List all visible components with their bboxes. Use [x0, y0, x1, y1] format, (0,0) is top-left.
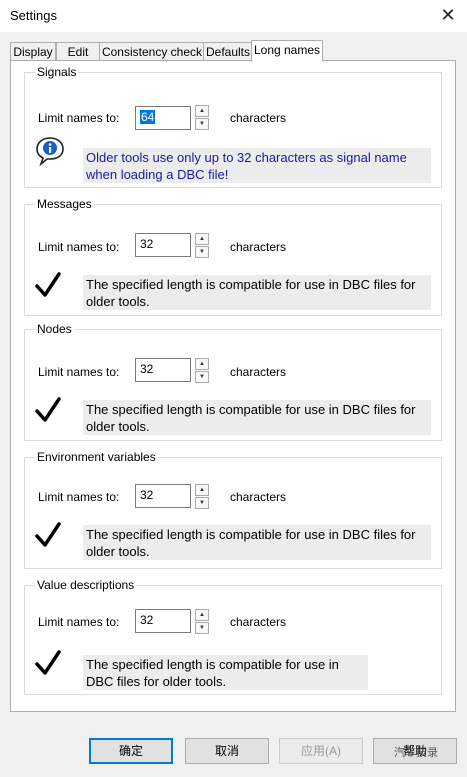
signals-limit-input[interactable]: 64: [135, 106, 191, 130]
close-icon[interactable]: ✕: [437, 4, 459, 26]
apply-button[interactable]: 应用(A): [279, 738, 363, 764]
group-nodes: Nodes Limit names to: 32 ▲ ▼ characters …: [24, 321, 442, 441]
compatibility-message: The specified length is compatible for u…: [83, 525, 431, 560]
nodes-spinner[interactable]: ▲ ▼: [195, 358, 209, 384]
cancel-button[interactable]: 取消: [185, 738, 269, 764]
group-messages: Messages Limit names to: 32 ▲ ▼ characte…: [24, 196, 442, 316]
limit-label: Limit names to:: [38, 490, 120, 504]
title-bar: Settings ✕: [0, 0, 467, 32]
tab-long-names[interactable]: Long names: [251, 40, 323, 62]
compatibility-message: The specified length is compatible for u…: [83, 655, 368, 690]
tab-defaults[interactable]: Defaults: [203, 42, 253, 61]
checkmark-icon: [35, 397, 61, 422]
limit-label: Limit names to:: [38, 240, 120, 254]
nodes-limit-input[interactable]: 32: [135, 358, 191, 382]
characters-label: characters: [230, 111, 287, 125]
input-value: 64: [140, 110, 156, 124]
group-title: Messages: [35, 196, 94, 212]
limit-label: Limit names to:: [38, 615, 120, 629]
value-desc-limit-input[interactable]: 32: [135, 609, 191, 633]
messages-spinner[interactable]: ▲ ▼: [195, 233, 209, 259]
info-icon: [36, 137, 64, 166]
env-vars-limit-input[interactable]: 32: [135, 484, 191, 508]
characters-label: characters: [230, 490, 287, 504]
limit-label: Limit names to:: [38, 365, 120, 379]
spin-up-icon[interactable]: ▲: [195, 484, 209, 496]
spin-down-icon[interactable]: ▼: [195, 118, 209, 130]
window-title: Settings: [10, 8, 57, 23]
group-title: Environment variables: [35, 449, 158, 465]
checkmark-icon: [35, 272, 61, 297]
spin-up-icon[interactable]: ▲: [195, 609, 209, 621]
checkmark-icon: [35, 650, 61, 675]
long-names-panel: Signals Limit names to: 64 ▲ ▼ character…: [10, 60, 456, 712]
group-title: Signals: [35, 64, 79, 80]
group-title: Value descriptions: [35, 577, 137, 593]
characters-label: characters: [230, 615, 287, 629]
characters-label: characters: [230, 365, 287, 379]
compatibility-message: The specified length is compatible for u…: [83, 400, 431, 435]
limit-label: Limit names to:: [38, 111, 120, 125]
spin-up-icon[interactable]: ▲: [195, 105, 209, 117]
spin-down-icon[interactable]: ▼: [195, 371, 209, 383]
env-vars-spinner[interactable]: ▲ ▼: [195, 484, 209, 510]
tab-consistency-check[interactable]: Consistency check: [99, 42, 205, 61]
spin-up-icon[interactable]: ▲: [195, 233, 209, 245]
checkmark-icon: [35, 522, 61, 547]
watermark: 汽车技录: [394, 747, 438, 759]
characters-label: characters: [230, 240, 287, 254]
value-desc-spinner[interactable]: ▲ ▼: [195, 609, 209, 635]
ok-button[interactable]: 确定: [89, 738, 173, 764]
spin-down-icon[interactable]: ▼: [195, 497, 209, 509]
group-value-descriptions: Value descriptions Limit names to: 32 ▲ …: [24, 577, 442, 695]
tab-display[interactable]: Display: [10, 42, 56, 61]
messages-limit-input[interactable]: 32: [135, 233, 191, 257]
spin-down-icon[interactable]: ▼: [195, 246, 209, 258]
compatibility-message: The specified length is compatible for u…: [83, 275, 431, 310]
group-environment-variables: Environment variables Limit names to: 32…: [24, 449, 442, 569]
spin-down-icon[interactable]: ▼: [195, 622, 209, 634]
group-signals: Signals Limit names to: 64 ▲ ▼ character…: [24, 64, 442, 188]
signals-spinner[interactable]: ▲ ▼: [195, 105, 209, 131]
tab-edit[interactable]: Edit: [56, 42, 100, 61]
group-title: Nodes: [35, 321, 74, 337]
signals-warning-message: Older tools use only up to 32 characters…: [83, 148, 431, 183]
spin-up-icon[interactable]: ▲: [195, 358, 209, 370]
